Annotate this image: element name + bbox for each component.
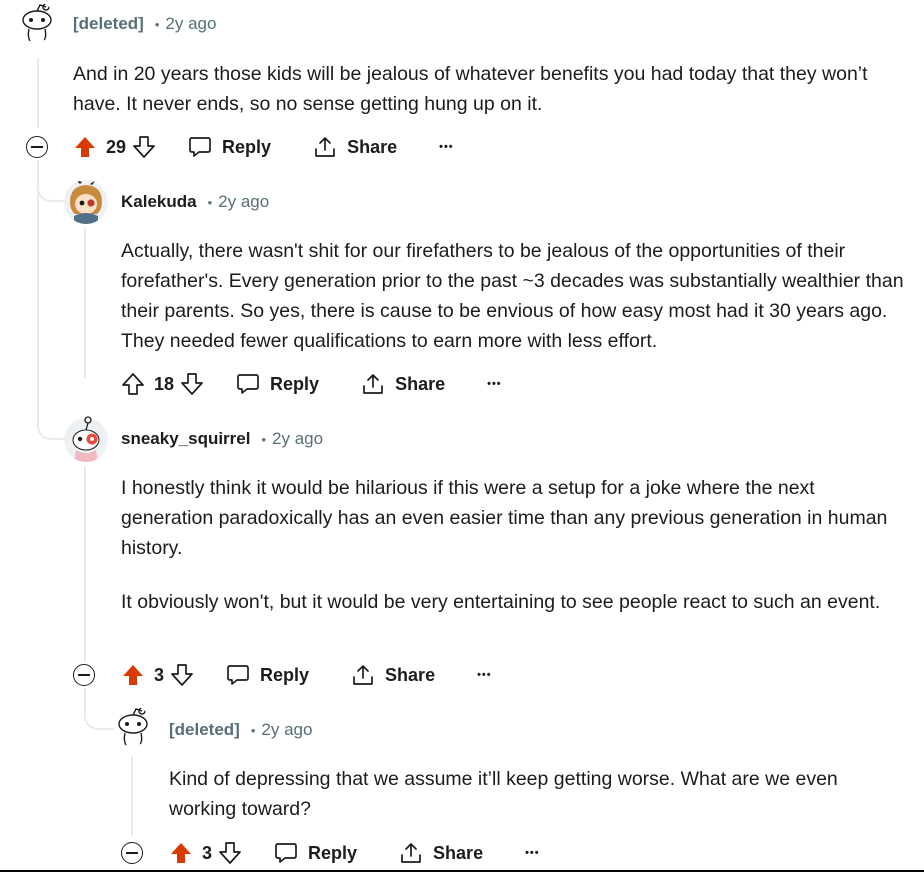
- comment-meta: [deleted] • 2y ago: [73, 12, 216, 36]
- speech-bubble-icon: [275, 843, 297, 863]
- comment-author[interactable]: [deleted]: [169, 720, 240, 740]
- share-label: Share: [433, 842, 484, 863]
- more-options-button[interactable]: •••: [477, 669, 492, 681]
- share-label: Share: [347, 136, 398, 157]
- ellipsis-icon: •••: [525, 847, 540, 859]
- arrow-up-icon[interactable]: [121, 663, 145, 687]
- more-options-button[interactable]: •••: [525, 847, 540, 859]
- comment-meta: Kalekuda • 2y ago: [121, 190, 269, 214]
- share-button[interactable]: Share: [313, 135, 397, 159]
- speech-bubble-icon: [237, 374, 259, 394]
- arrow-down-icon[interactable]: [218, 841, 242, 865]
- comment-body: Actually, there wasn't shit for our fire…: [121, 236, 911, 356]
- comment-paragraph: Actually, there wasn't shit for our fire…: [121, 240, 904, 352]
- deleted-user-avatar: [112, 706, 152, 746]
- reply-label: Reply: [260, 664, 310, 685]
- reply-button[interactable]: Reply: [188, 135, 271, 159]
- vote-group: 3: [121, 663, 194, 687]
- comment-paragraph: Kind of depressing that we assume it’ll …: [169, 768, 838, 820]
- comment-paragraph: It obviously won't, but it would be very…: [121, 591, 881, 613]
- thread-line-deleted-reply[interactable]: [131, 756, 133, 836]
- share-button[interactable]: Share: [399, 841, 483, 865]
- share-button[interactable]: Share: [361, 372, 445, 396]
- ellipsis-icon: •••: [439, 141, 454, 153]
- comment-meta: [deleted] • 2y ago: [169, 718, 312, 742]
- comment-action-bar: 18 Reply Share •••: [121, 368, 502, 400]
- reply-label: Reply: [308, 842, 358, 863]
- share-upload-icon: [315, 137, 335, 157]
- comment-action-bar: 3 Reply Share •••: [169, 837, 540, 869]
- arrow-up-icon[interactable]: [73, 135, 97, 159]
- thread-line-root[interactable]: [37, 58, 39, 128]
- arrow-down-icon[interactable]: [170, 663, 194, 687]
- snoo-outline-icon: [118, 707, 148, 746]
- share-upload-icon: [363, 374, 383, 394]
- vote-group: 29: [73, 135, 156, 159]
- collapse-thread-button[interactable]: [73, 664, 95, 686]
- speech-bubble-icon: [189, 137, 211, 157]
- vote-score: 3: [154, 664, 165, 685]
- comment-body: Kind of depressing that we assume it’ll …: [169, 764, 909, 824]
- sneaky-squirrel-avatar: [64, 416, 108, 462]
- share-label: Share: [395, 373, 446, 394]
- share-upload-icon: [353, 665, 373, 685]
- collapse-thread-button[interactable]: [121, 842, 143, 864]
- comment-body: I honestly think it would be hilarious i…: [121, 473, 911, 617]
- avatar-icon: [64, 180, 108, 224]
- thread-elbow-sneaky-squirrel: [37, 398, 65, 440]
- arrow-up-icon[interactable]: [169, 841, 193, 865]
- reply-label: Reply: [222, 136, 272, 157]
- more-options-button[interactable]: •••: [439, 141, 454, 153]
- thread-line-kalekuda[interactable]: [84, 228, 86, 378]
- kalekuda-avatar: [64, 180, 108, 224]
- thread-line-root-lower[interactable]: [37, 160, 39, 410]
- deleted-user-avatar: [16, 2, 56, 42]
- snoo-outline-icon: [22, 3, 52, 42]
- arrow-down-icon[interactable]: [132, 135, 156, 159]
- thread-line-sneaky-squirrel[interactable]: [84, 466, 86, 662]
- more-options-button[interactable]: •••: [487, 378, 502, 390]
- vote-score: 29: [106, 136, 127, 157]
- speech-bubble-icon: [227, 665, 249, 685]
- comment-author[interactable]: sneaky_squirrel: [121, 429, 250, 449]
- ellipsis-icon: •••: [477, 669, 492, 681]
- comment-author[interactable]: [deleted]: [73, 14, 144, 34]
- reply-button[interactable]: Reply: [226, 663, 309, 687]
- vote-score: 18: [154, 373, 175, 394]
- reply-button[interactable]: Reply: [236, 372, 319, 396]
- comment-timestamp[interactable]: 2y ago: [261, 720, 312, 740]
- comment-timestamp[interactable]: 2y ago: [272, 429, 323, 449]
- vote-group: 3: [169, 841, 242, 865]
- avatar-icon: [64, 416, 108, 462]
- comment-paragraph: I honestly think it would be hilarious i…: [121, 477, 888, 559]
- share-upload-icon: [401, 843, 421, 863]
- vote-group: 18: [121, 372, 204, 396]
- comment-timestamp[interactable]: 2y ago: [218, 192, 269, 212]
- comment-timestamp[interactable]: 2y ago: [165, 14, 216, 34]
- comment-action-bar: 29 Reply Share •••: [73, 131, 454, 163]
- share-button[interactable]: Share: [351, 663, 435, 687]
- share-label: Share: [385, 664, 436, 685]
- arrow-up-icon[interactable]: [121, 372, 145, 396]
- comment-paragraph: And in 20 years those kids will be jealo…: [73, 63, 868, 115]
- thread-elbow-kalekuda: [37, 160, 65, 202]
- collapse-thread-button[interactable]: [26, 136, 48, 158]
- separator-dot: •: [207, 194, 213, 210]
- separator-dot: •: [261, 431, 267, 447]
- reply-label: Reply: [270, 373, 320, 394]
- ellipsis-icon: •••: [487, 378, 502, 390]
- comment-author[interactable]: Kalekuda: [121, 192, 197, 212]
- thread-elbow-deleted-reply: [84, 688, 114, 730]
- comment-action-bar: 3 Reply Share •••: [121, 659, 492, 691]
- vote-score: 3: [202, 842, 213, 863]
- separator-dot: •: [250, 722, 256, 738]
- comment-body: And in 20 years those kids will be jealo…: [73, 59, 893, 119]
- comment-meta: sneaky_squirrel • 2y ago: [121, 427, 323, 451]
- reply-button[interactable]: Reply: [274, 841, 357, 865]
- arrow-down-icon[interactable]: [180, 372, 204, 396]
- separator-dot: •: [154, 16, 160, 32]
